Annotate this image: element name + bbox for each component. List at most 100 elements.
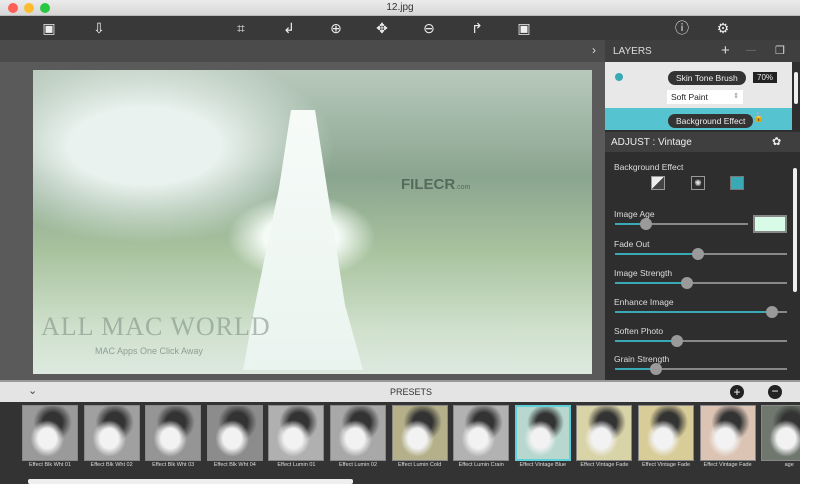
remove-preset-button[interactable]: −: [768, 385, 782, 399]
export-icon[interactable]: ▣: [515, 19, 533, 37]
preset-thumbnail[interactable]: [22, 405, 78, 461]
watermark-tagline: MAC Apps One Click Away: [95, 346, 203, 356]
slider-knob[interactable]: [681, 277, 694, 289]
contrast-mode-icon[interactable]: [651, 176, 665, 190]
slider-label: Grain Strength: [614, 354, 670, 364]
slider-track[interactable]: [615, 306, 787, 318]
slider-label: Image Strength: [614, 268, 673, 278]
canvas-header: ›: [0, 40, 605, 62]
blend-mode-value: Soft Paint: [671, 92, 708, 102]
preset-label: Effect Lumin Cold: [397, 462, 442, 468]
preset-thumbnail[interactable]: [514, 405, 571, 461]
slider-track[interactable]: [615, 218, 748, 230]
preset-label: Effect Blk Wht 02: [90, 462, 133, 468]
slider-knob[interactable]: [765, 306, 778, 318]
window-title: 12.jpg: [386, 2, 414, 13]
preset-label: Effect Vintage Fade: [703, 462, 752, 468]
preset-thumbnail[interactable]: [206, 405, 263, 461]
preset-thumbnail[interactable]: [268, 405, 325, 461]
slider-track[interactable]: [615, 363, 787, 375]
lock-icon[interactable]: 🔒: [753, 112, 764, 123]
layers-title: LAYERS: [613, 46, 652, 57]
preset-thumbnail[interactable]: [638, 405, 694, 461]
slider-fill: [615, 253, 698, 255]
watermark-filecr-sub: .com: [455, 184, 471, 191]
preset-label: Effect Vintage Fade: [641, 462, 691, 468]
presets-title: PRESETS: [390, 387, 433, 397]
preset-label: Effect Vintage Fade: [580, 462, 629, 468]
preset-label: Effect Lumin 01: [277, 462, 316, 468]
rotate-right-icon[interactable]: ↱: [468, 19, 486, 37]
slider-fill: [615, 311, 772, 313]
collapse-panel-icon[interactable]: ›: [592, 43, 596, 57]
slider-track[interactable]: [615, 277, 787, 289]
slider-knob[interactable]: [691, 248, 704, 260]
preset-thumbnail[interactable]: [699, 405, 756, 461]
light-mode-icon[interactable]: ✺: [691, 176, 705, 190]
preset-label: Effect Blk Wht 01: [28, 462, 72, 468]
slider-fill: [615, 282, 688, 284]
crop-icon[interactable]: ⌗: [232, 19, 250, 37]
preset-thumbnail[interactable]: [761, 405, 800, 461]
preset-thumbnail[interactable]: [453, 405, 510, 461]
layer-name: Background Effect: [668, 114, 754, 128]
slider-knob[interactable]: [670, 335, 683, 347]
zoom-in-icon[interactable]: ⊕: [327, 19, 345, 37]
watermark-filecr-text: FILECR: [401, 176, 456, 193]
slider-track[interactable]: [615, 335, 787, 347]
preset-thumbnail[interactable]: [330, 405, 386, 461]
watermark-filecr: FILECR.com: [401, 176, 470, 193]
toolbar: ▣ ⇩ ⌗ ↲ ⊕ ✥ ⊖ ↱ ▣ ⓘ ⚙: [0, 16, 800, 40]
adjust-scrollbar[interactable]: [793, 168, 797, 292]
slider-label: Enhance Image: [614, 297, 674, 307]
preset-label: Effect Lumin 02: [338, 462, 378, 468]
import-icon[interactable]: ⇩: [90, 19, 108, 37]
blend-mode-select[interactable]: Soft Paint ⇕: [667, 90, 743, 104]
info-icon[interactable]: ⓘ: [673, 19, 691, 37]
preset-label: Effect Vintage Blue: [519, 462, 567, 468]
presets-strip: Effect Blk Wht 01 Effect Blk Wht 02 Effect…: [0, 402, 800, 484]
layers-scrollbar[interactable]: [794, 72, 798, 104]
preset-label: Effect Blk Wht 03: [152, 462, 195, 468]
settings-icon[interactable]: ⚙: [714, 19, 732, 37]
slider-track[interactable]: [615, 248, 787, 260]
layers-list: Skin Tone Brush 70% Soft Paint ⇕ Backgrou…: [605, 62, 792, 130]
slider-knob[interactable]: [650, 363, 663, 375]
preset-thumbnail[interactable]: [83, 405, 140, 461]
preset-thumbnail[interactable]: [391, 405, 448, 461]
rotate-left-icon[interactable]: ↲: [280, 19, 298, 37]
select-arrows-icon: ⇕: [733, 93, 739, 100]
image-age-color-swatch[interactable]: [753, 215, 787, 233]
remove-layer-button[interactable]: —: [746, 45, 756, 56]
right-panel: LAYERS + — ❐ Skin Tone Brush 70% Soft Pa…: [605, 40, 800, 380]
adjust-title: ADJUST : Vintage: [611, 137, 692, 148]
preset-thumbnail[interactable]: [145, 405, 202, 461]
layer-item[interactable]: Skin Tone Brush 70% Soft Paint ⇕: [605, 62, 792, 108]
presets-scrollbar[interactable]: [28, 479, 353, 484]
collapse-presets-icon[interactable]: ⌄: [28, 384, 37, 397]
preset-label: Effect Lumin Crain: [458, 462, 504, 468]
move-icon[interactable]: ✥: [373, 19, 391, 37]
slider-fill: [615, 340, 677, 342]
title-bar: 12.jpg: [0, 0, 800, 16]
slider-label: Fade Out: [614, 239, 650, 249]
add-preset-button[interactable]: +: [730, 385, 744, 399]
presets-header: ⌄ PRESETS + −: [0, 380, 800, 402]
layer-visibility-icon[interactable]: [615, 73, 623, 81]
preset-thumbnail[interactable]: [576, 405, 633, 461]
add-layer-button[interactable]: +: [721, 42, 730, 59]
slider-label: Image Age: [614, 209, 655, 219]
layer-item-selected[interactable]: Background Effect 🔒: [605, 108, 792, 130]
adjust-header: ADJUST : Vintage ✿: [605, 132, 800, 152]
duplicate-layer-icon[interactable]: ❐: [775, 44, 785, 57]
zoom-out-icon[interactable]: ⊖: [420, 19, 438, 37]
image-icon[interactable]: ▣: [40, 19, 58, 37]
preset-label: age: [784, 462, 794, 468]
watermark-brand: ALL MAC WORLD: [41, 312, 271, 341]
slider-knob[interactable]: [639, 218, 652, 230]
color-mode-icon[interactable]: [730, 176, 744, 190]
layer-opacity[interactable]: 70%: [753, 72, 778, 83]
photo-canvas[interactable]: ALL MAC WORLD MAC Apps One Click Away FI…: [33, 70, 592, 374]
layer-name: Skin Tone Brush: [668, 71, 746, 85]
reset-adjust-icon[interactable]: ✿: [772, 135, 781, 148]
